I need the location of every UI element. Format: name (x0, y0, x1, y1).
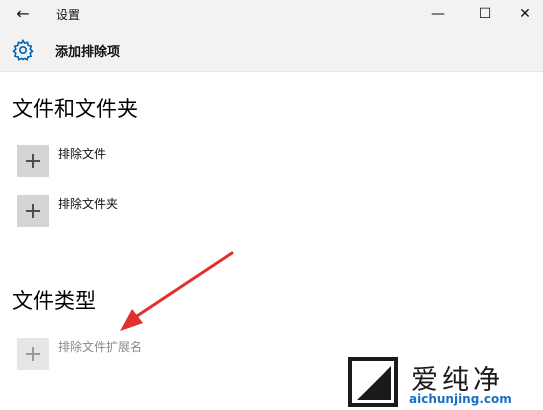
watermark-url: aichunjing.com (409, 392, 512, 406)
annotation-arrow-icon (120, 251, 234, 331)
brand-logo-icon (348, 357, 398, 407)
watermark: 爱纯净 aichunjing.com (345, 352, 543, 410)
